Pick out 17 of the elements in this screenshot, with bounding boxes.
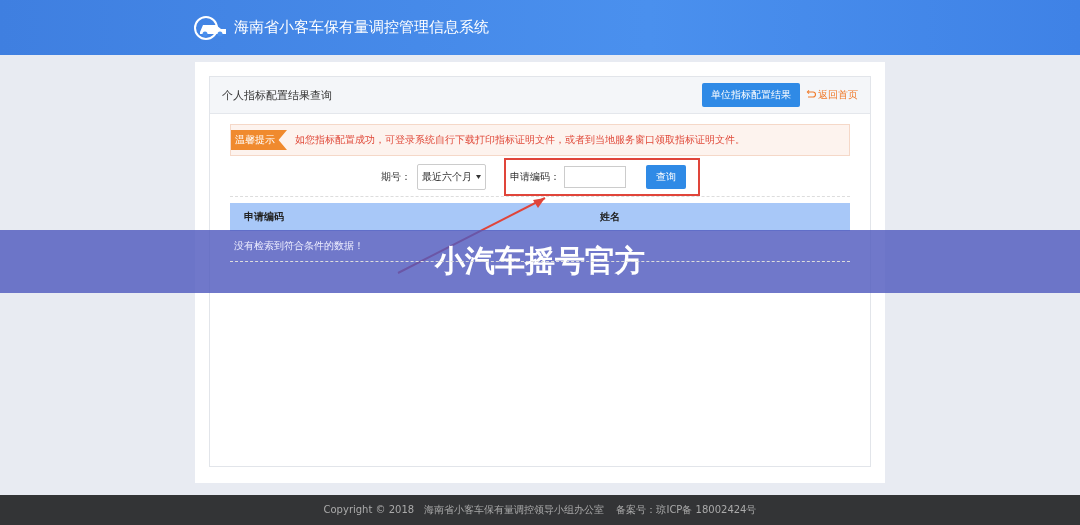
notice-tag: 温馨提示 <box>231 130 287 150</box>
car-logo-icon <box>194 14 228 41</box>
return-arrow-icon <box>806 90 816 100</box>
back-home-link[interactable]: 返回首页 <box>806 88 858 102</box>
search-button[interactable]: 查询 <box>645 165 686 189</box>
copyright-text: Copyright © 2018 海南省小客车保有量调控领导小组办公室 备案号：琼ICP备 18002424号 <box>323 503 757 517</box>
notice-text: 如您指标配置成功，可登录系统自行下载打印指标证明文件，或者到当地服务窗口领取指标证明文件。 <box>295 133 745 147</box>
column-header: 申请编码 <box>243 210 285 224</box>
code-input-field[interactable] <box>563 166 626 188</box>
period-label: 期号： <box>380 170 411 184</box>
unit-results-button[interactable]: 单位指标配置结果 <box>702 83 800 107</box>
dropdown-caret-icon <box>475 175 481 179</box>
period-dropdown[interactable]: 最近六个月 <box>416 164 486 190</box>
panel-title: 个人指标配置结果查询 <box>222 87 333 103</box>
code-label: 申请编码： <box>509 170 560 184</box>
system-title: 海南省小客车保有量调控管理信息系统 <box>234 18 489 37</box>
column-header: 姓名 <box>599 210 621 224</box>
